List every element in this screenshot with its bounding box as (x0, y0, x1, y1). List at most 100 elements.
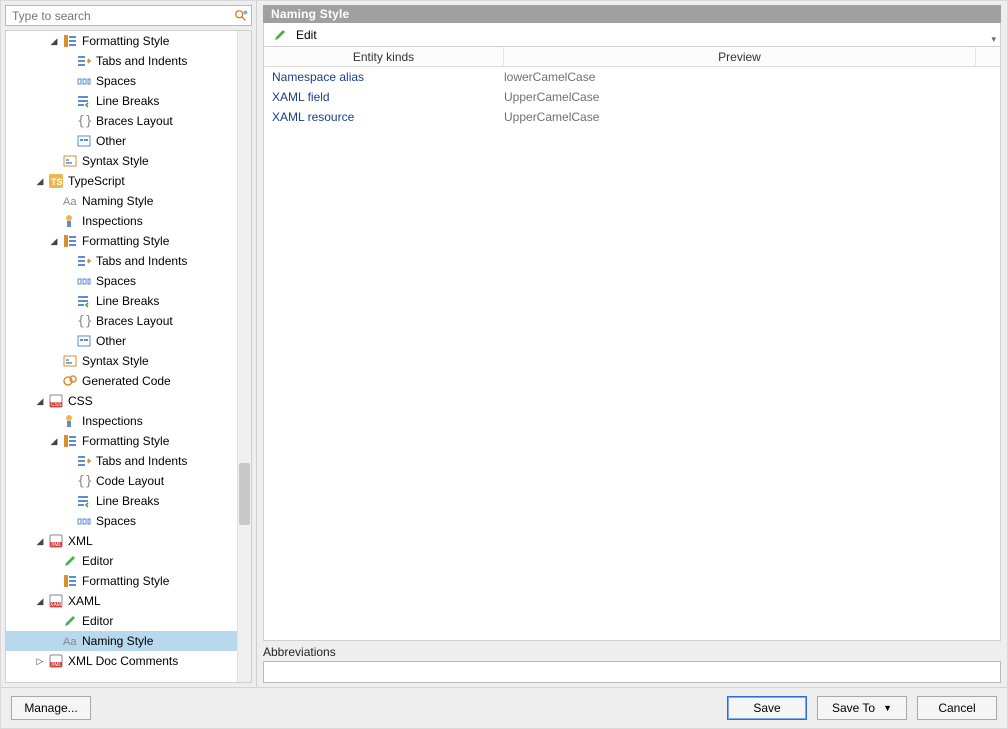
tree-node-formatting-style[interactable]: ◢ Formatting Style (6, 31, 237, 51)
tree-label: Other (96, 134, 126, 148)
tree-node-spaces[interactable]: Spaces (6, 71, 237, 91)
options-tree[interactable]: ◢ Formatting Style Tabs and Indents Spac… (6, 31, 237, 682)
spaces-icon (76, 73, 92, 89)
search-input[interactable] (6, 9, 231, 23)
tree-node-xml[interactable]: ◢XMLXML (6, 531, 237, 551)
tree-node-other[interactable]: Other (6, 131, 237, 151)
tree-node-spaces[interactable]: Spaces (6, 511, 237, 531)
formatting-style-icon (62, 233, 78, 249)
scrollbar[interactable] (237, 31, 251, 682)
tree-node-editor[interactable]: Editor (6, 551, 237, 571)
expand-toggle[interactable]: ◢ (34, 395, 46, 407)
tree-node-xml-doc-comments[interactable]: ▷XMLXML Doc Comments (6, 651, 237, 671)
tree-node-code-layout[interactable]: {} Code Layout (6, 471, 237, 491)
expand-toggle[interactable]: ◢ (48, 435, 60, 447)
save-button[interactable]: Save (727, 696, 807, 720)
tree-node-tabs-indents[interactable]: Tabs and Indents (6, 251, 237, 271)
tree-label: Line Breaks (96, 294, 159, 308)
cell-preview: UpperCamelCase (504, 110, 1000, 124)
tree-node-other[interactable]: Other (6, 331, 237, 351)
tree-label: Editor (82, 554, 113, 568)
tree-label: Tabs and Indents (96, 54, 187, 68)
tree-node-braces-layout[interactable]: {}Braces Layout (6, 111, 237, 131)
expand-toggle[interactable]: ◢ (34, 175, 46, 187)
col-extra[interactable] (976, 47, 1000, 66)
toolbar-overflow[interactable]: ▾ (991, 34, 996, 45)
search-box[interactable] (5, 5, 252, 26)
tree-node-line-breaks[interactable]: Line Breaks (6, 291, 237, 311)
footer: Manage... Save Save To ▼ Cancel (1, 687, 1007, 728)
xml-icon: XML (48, 653, 64, 669)
braces-icon: {} (76, 313, 92, 329)
tree-node-editor[interactable]: Editor (6, 611, 237, 631)
tabs-icon (76, 453, 92, 469)
col-preview[interactable]: Preview (504, 47, 976, 66)
linebreak-icon (76, 93, 92, 109)
cell-kind: XAML field (264, 90, 504, 104)
expand-toggle[interactable]: ◢ (48, 235, 60, 247)
tree-label: Spaces (96, 514, 136, 528)
tabs-icon (76, 53, 92, 69)
col-entity-kinds[interactable]: Entity kinds (264, 47, 504, 66)
grid-row[interactable]: XAML fieldUpperCamelCase (264, 87, 1000, 107)
svg-text:{}: {} (77, 114, 92, 129)
right-panel: Naming Style Edit ▾ Entity kinds Preview… (257, 1, 1007, 687)
tree-label: Inspections (82, 214, 143, 228)
tree-node-typescript[interactable]: ◢TSTypeScript (6, 171, 237, 191)
edit-label: Edit (296, 28, 317, 42)
svg-text:{}: {} (77, 474, 92, 489)
tree-node-xaml[interactable]: ◢XAMLXAML (6, 591, 237, 611)
svg-text:XML: XML (51, 542, 62, 548)
tree-label: Other (96, 334, 126, 348)
tree-node-formatting-style[interactable]: Formatting Style (6, 571, 237, 591)
tree-node-tabs-indents[interactable]: Tabs and Indents (6, 451, 237, 471)
tree-node-css[interactable]: ◢CSSCSS (6, 391, 237, 411)
tree-node-syntax-style[interactable]: Syntax Style (6, 151, 237, 171)
tree-node-css-formatting[interactable]: ◢Formatting Style (6, 431, 237, 451)
cell-preview: lowerCamelCase (504, 70, 1000, 84)
tree-node-inspections[interactable]: Inspections (6, 211, 237, 231)
expand-toggle[interactable]: ◢ (34, 535, 46, 547)
svg-text:{}: {} (77, 314, 92, 329)
tree-node-line-breaks[interactable]: Line Breaks (6, 91, 237, 111)
pencil-icon (272, 27, 288, 43)
grid-row[interactable]: XAML resourceUpperCamelCase (264, 107, 1000, 127)
tree-node-generated-code[interactable]: Generated Code (6, 371, 237, 391)
expand-toggle[interactable]: ▷ (34, 655, 46, 667)
manage-button[interactable]: Manage... (11, 696, 91, 720)
syntax-icon (62, 153, 78, 169)
save-to-button[interactable]: Save To ▼ (817, 696, 907, 720)
tree-label: Code Layout (96, 474, 164, 488)
formatting-style-icon (62, 433, 78, 449)
tree-node-spaces[interactable]: Spaces (6, 271, 237, 291)
tree-label: XAML (68, 594, 101, 608)
tree-node-naming-style[interactable]: AaNaming Style (6, 191, 237, 211)
spaces-icon (76, 273, 92, 289)
search-icon (231, 7, 251, 25)
tree-node-ts-formatting[interactable]: ◢Formatting Style (6, 231, 237, 251)
tree-node-braces-layout[interactable]: {}Braces Layout (6, 311, 237, 331)
cell-kind: XAML resource (264, 110, 504, 124)
expand-toggle[interactable]: ◢ (34, 595, 46, 607)
cancel-button[interactable]: Cancel (917, 696, 997, 720)
generated-icon (62, 373, 78, 389)
xml-icon: XML (48, 533, 64, 549)
tree-node-inspections[interactable]: Inspections (6, 411, 237, 431)
tree-label: Formatting Style (82, 574, 169, 588)
tree-node-naming-style-selected[interactable]: AaNaming Style (6, 631, 237, 651)
expand-toggle[interactable]: ◢ (48, 35, 60, 47)
naming-icon: Aa (62, 193, 78, 209)
braces-icon: {} (76, 113, 92, 129)
tree-node-syntax-style[interactable]: Syntax Style (6, 351, 237, 371)
linebreak-icon (76, 293, 92, 309)
tree-node-line-breaks[interactable]: Line Breaks (6, 491, 237, 511)
svg-text:TS: TS (51, 177, 63, 187)
scrollbar-thumb[interactable] (239, 463, 250, 525)
save-to-label: Save To (832, 701, 875, 715)
abbreviations-input[interactable] (263, 661, 1001, 683)
tree-node-tabs-indents[interactable]: Tabs and Indents (6, 51, 237, 71)
edit-button[interactable]: Edit (268, 25, 321, 45)
naming-icon: Aa (62, 633, 78, 649)
grid-row[interactable]: Namespace aliaslowerCamelCase (264, 67, 1000, 87)
tree-label: CSS (68, 394, 93, 408)
